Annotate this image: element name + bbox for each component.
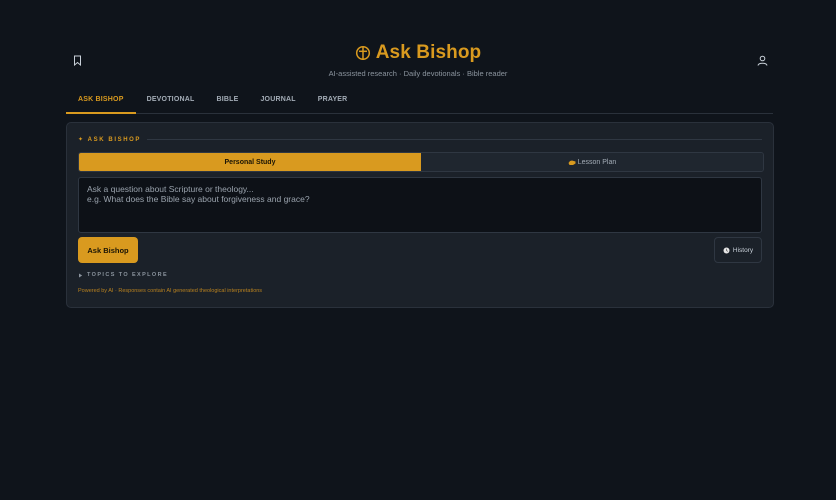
section-header: ✦ ASK BISHOP [78,135,762,143]
tab-ask-bishop[interactable]: ASK BISHOP [66,87,136,114]
tab-bible[interactable]: BIBLE [205,87,249,114]
brand: Ask Bishop [0,42,836,64]
ask-panel: ✦ ASK BISHOP Personal Study Lesson Plan … [66,122,774,308]
question-input[interactable] [78,177,762,233]
mode-toggle: Personal Study Lesson Plan [78,152,764,172]
history-button[interactable]: History [714,237,762,263]
app-title: Ask Bishop [375,42,482,63]
tab-devotional[interactable]: DEVOTIONAL [136,87,206,114]
caret-right-icon [79,273,83,277]
tab-journal[interactable]: JOURNAL [249,87,306,114]
topics-toggle[interactable]: TOPICS TO EXPLORE [78,272,168,278]
user-icon [757,55,767,66]
lesson-plan-button[interactable]: Lesson Plan [421,153,763,171]
cross-circle-icon [355,45,370,61]
lesson-plan-label: Lesson Plan [577,158,617,166]
app-subtitle: AI-assisted research · Daily devotionals… [328,69,508,78]
ask-bishop-button[interactable]: Ask Bishop [78,237,138,263]
section-title: ✦ ASK BISHOP [78,136,142,143]
history-label: History [732,246,754,254]
profile-button[interactable] [755,53,769,67]
hand-icon [568,160,576,165]
main-tabs: ASK BISHOP DEVOTIONAL BIBLE JOURNAL PRAY… [66,87,773,114]
personal-study-button[interactable]: Personal Study [79,153,421,171]
topics-label: TOPICS TO EXPLORE [87,272,169,278]
clock-icon [723,247,730,253]
section-divider [147,138,762,140]
personal-study-label: Personal Study [224,158,276,166]
disclaimer-note: Powered by AI · Responses contain AI gen… [78,288,263,294]
tab-prayer[interactable]: PRAYER [307,87,359,114]
